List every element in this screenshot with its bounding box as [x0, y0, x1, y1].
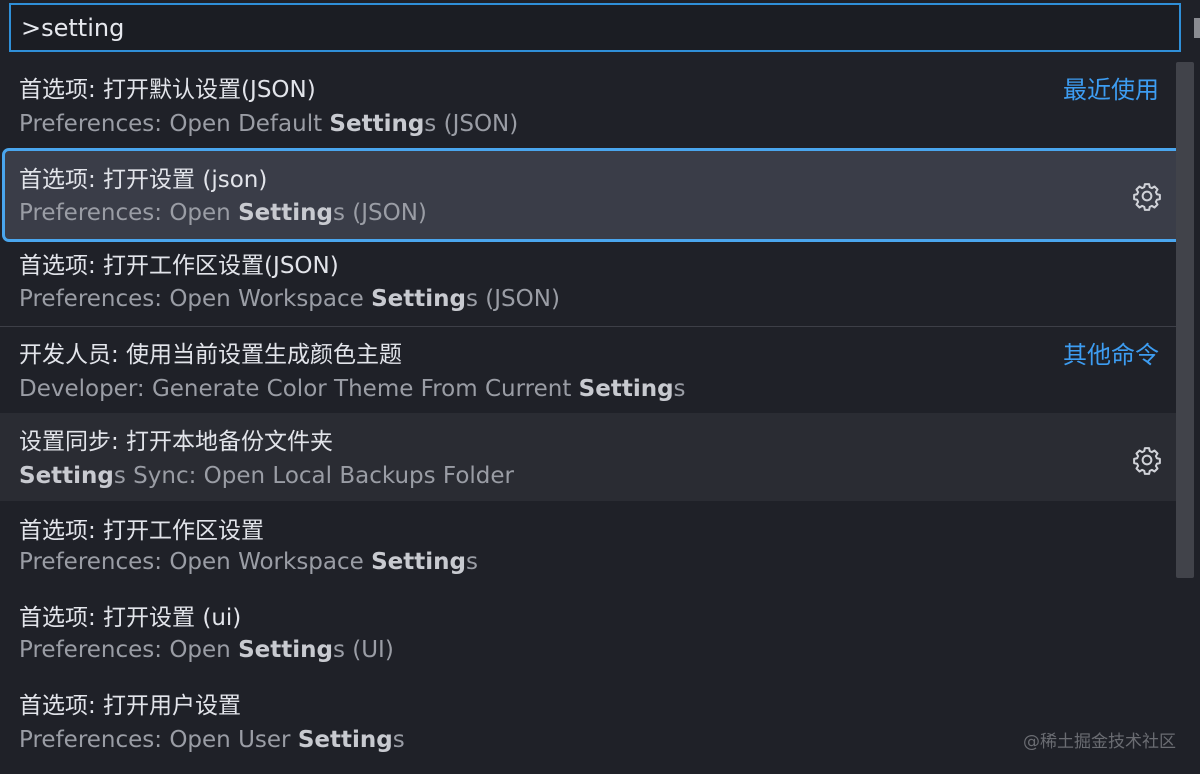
command-detail: Developer: Generate Color Theme From Cur…	[19, 376, 686, 402]
command-label: 首选项: 打开设置 (json)	[19, 167, 268, 193]
command-item[interactable]: 首选项: 打开设置 (ui) Preferences: Open Setting…	[0, 589, 1176, 677]
command-detail: Preferences: Open Settings (UI)	[19, 637, 394, 663]
command-detail: Preferences: Open User Settings	[19, 727, 405, 753]
command-list: 首选项: 打开默认设置(JSON) 最近使用 Preferences: Open…	[0, 62, 1192, 774]
command-item[interactable]: 首选项: 打开工作区设置(JSON) Preferences: Open Wor…	[0, 240, 1176, 326]
command-detail: Preferences: Open Workspace Settings	[19, 549, 478, 575]
command-label: 首选项: 打开设置 (ui)	[19, 605, 242, 631]
gear-icon[interactable]	[1132, 445, 1162, 475]
watermark: @稀土掘金技术社区	[1023, 732, 1176, 752]
gear-icon[interactable]	[1132, 181, 1162, 211]
group-label-other: 其他命令	[1063, 341, 1159, 369]
command-item-selected[interactable]: 首选项: 打开设置 (json) Preferences: Open Setti…	[2, 148, 1192, 242]
command-item[interactable]: 首选项: 打开工作区设置 Preferences: Open Workspace…	[0, 501, 1176, 589]
command-item[interactable]: 首选项: 打开默认设置(JSON) 最近使用 Preferences: Open…	[0, 62, 1176, 150]
command-detail: Preferences: Open Settings (JSON)	[19, 200, 427, 226]
command-item[interactable]: 首选项: 打开用户设置 Preferences: Open User Setti…	[0, 677, 1176, 767]
command-search-input[interactable]	[21, 13, 1179, 42]
command-detail: Preferences: Open Default Settings (JSON…	[19, 111, 519, 137]
command-palette: 首选项: 打开默认设置(JSON) 最近使用 Preferences: Open…	[0, 0, 1200, 774]
command-label: 设置同步: 打开本地备份文件夹	[19, 429, 334, 455]
command-label: 首选项: 打开默认设置(JSON)	[19, 77, 316, 103]
command-label: 首选项: 打开工作区设置(JSON)	[19, 253, 339, 279]
command-item-hovered[interactable]: 设置同步: 打开本地备份文件夹 Settings Sync: Open Loca…	[0, 413, 1176, 501]
edge-indicator	[1194, 18, 1200, 38]
command-item[interactable]: 开发人员: 使用当前设置生成颜色主题 其他命令 Developer: Gener…	[0, 327, 1176, 413]
command-label: 首选项: 打开用户设置	[19, 693, 242, 719]
group-label-recent: 最近使用	[1063, 76, 1159, 104]
command-label: 开发人员: 使用当前设置生成颜色主题	[19, 342, 403, 368]
command-label: 首选项: 打开工作区设置	[19, 518, 265, 544]
command-detail: Settings Sync: Open Local Backups Folder	[19, 463, 515, 489]
command-search-box[interactable]	[9, 3, 1181, 52]
list-scrollbar[interactable]	[1176, 62, 1194, 578]
command-detail: Preferences: Open Workspace Settings (JS…	[19, 286, 560, 312]
